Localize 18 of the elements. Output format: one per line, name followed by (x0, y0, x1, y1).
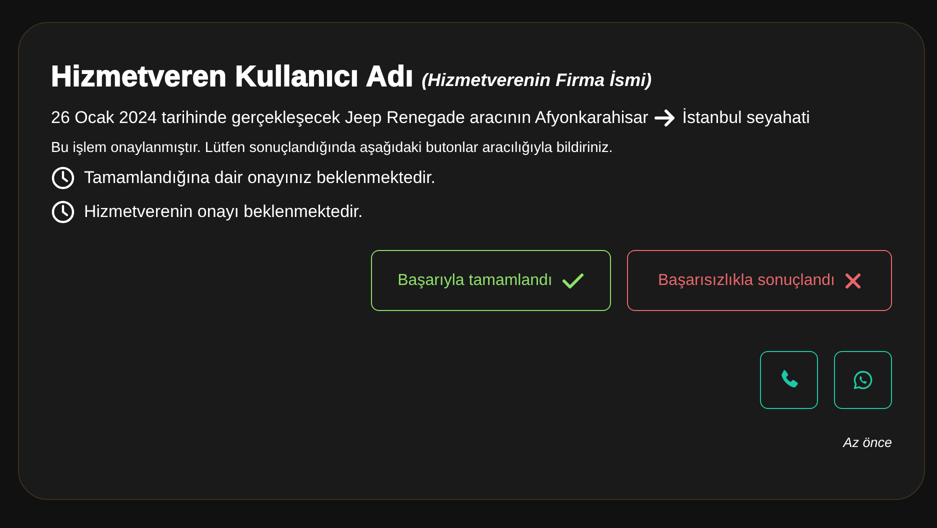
trip-destination: İstanbul seyahati (682, 108, 810, 128)
status-text: Hizmetverenin onayı beklenmektedir. (84, 202, 363, 222)
whatsapp-button[interactable] (834, 351, 892, 409)
close-icon (844, 272, 861, 288)
trip-description: 26 Ocak 2024 tarihinde gerçekleşecek Jeep Renegade aracının Afyonkarahisar (51, 108, 648, 128)
notice-text: Bu işlem onaylanmıştır. Lütfen sonuçlandığında aşağıdaki butonlar aracılığıyla bildiriniz. (51, 140, 614, 156)
company-name: (Hizmetverenin Firma İsmi) (422, 70, 652, 91)
arrow-right-icon (654, 109, 676, 127)
status-text: Tamamlandığına dair onayınız beklenmektedir. (84, 168, 436, 188)
call-button[interactable] (760, 351, 818, 409)
clock-icon (51, 200, 75, 224)
failed-button[interactable]: Başarısızlıkla sonuçlandı (627, 250, 892, 311)
checkmark-icon (562, 272, 584, 290)
complete-button[interactable]: Başarıyla tamamlandı (371, 250, 611, 311)
timestamp: Az önce (843, 435, 892, 450)
user-name: Hizmetveren Kullanıcı Adı (51, 61, 414, 94)
clock-icon (51, 166, 75, 190)
whatsapp-icon (852, 369, 874, 391)
